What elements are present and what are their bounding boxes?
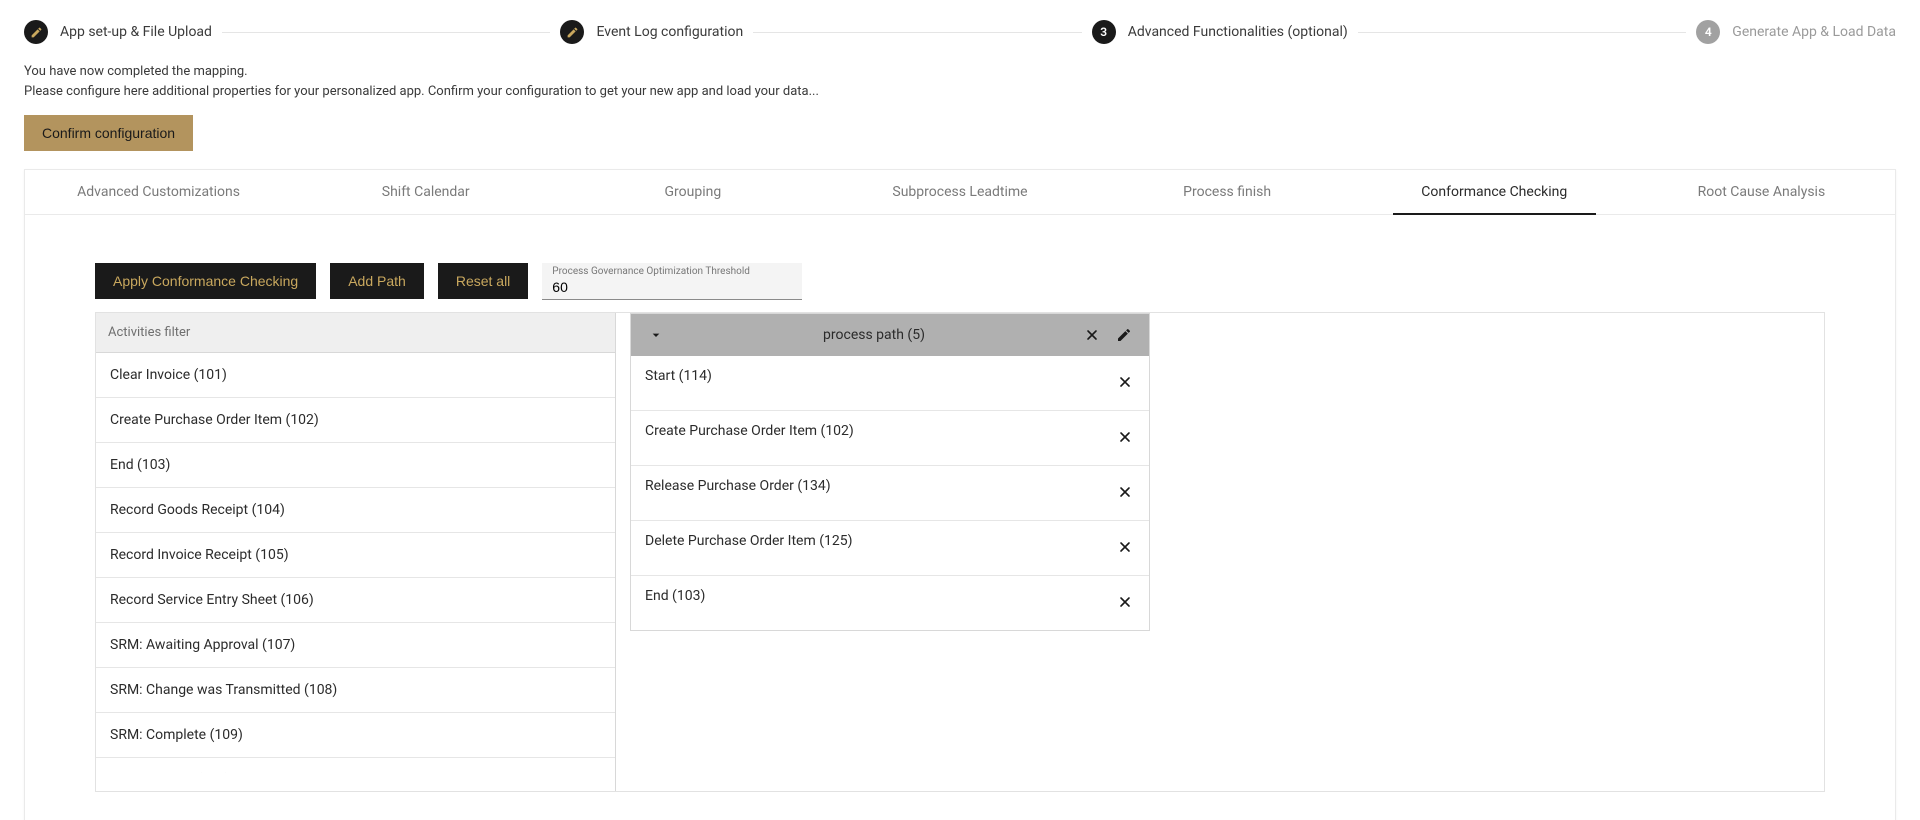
intro-line-2: Please configure here additional propert… <box>24 82 1896 102</box>
step-number-icon: 3 <box>1092 20 1116 44</box>
threshold-label: Process Governance Optimization Threshol… <box>552 267 792 277</box>
threshold-field[interactable]: Process Governance Optimization Threshol… <box>542 263 802 300</box>
activity-item[interactable]: Record Service Entry Sheet (106) <box>96 578 615 623</box>
tab-subprocess-leadtime[interactable]: Subprocess Leadtime <box>826 170 1093 214</box>
close-icon[interactable] <box>1081 324 1103 346</box>
remove-step-icon[interactable] <box>1117 594 1135 612</box>
spacer <box>25 812 1895 820</box>
activity-item[interactable]: SRM: Complete (109) <box>96 713 615 758</box>
activity-item[interactable]: SRM: Change was Transmitted (108) <box>96 668 615 713</box>
step-label: Generate App & Load Data <box>1732 24 1896 40</box>
remove-step-icon[interactable] <box>1117 539 1135 557</box>
path-step-label: Create Purchase Order Item (102) <box>645 423 854 439</box>
activity-item[interactable]: Clear Invoice (101) <box>96 353 615 398</box>
step-label: Event Log configuration <box>596 24 743 40</box>
process-path-column: process path (5) Start (114) <box>630 313 1150 631</box>
step-generate[interactable]: 4 Generate App & Load Data <box>1696 20 1896 44</box>
activities-column: Activities filter Clear Invoice (101) Cr… <box>96 313 616 791</box>
remove-step-icon[interactable] <box>1117 484 1135 502</box>
reset-all-button[interactable]: Reset all <box>438 263 528 299</box>
path-step-label: Start (114) <box>645 368 712 384</box>
step-advanced[interactable]: 3 Advanced Functionalities (optional) <box>1092 20 1348 44</box>
step-event-log[interactable]: Event Log configuration <box>560 20 743 44</box>
activities-filter-header[interactable]: Activities filter <box>96 313 615 353</box>
path-step[interactable]: Start (114) <box>631 356 1149 411</box>
tab-grouping[interactable]: Grouping <box>559 170 826 214</box>
add-path-button[interactable]: Add Path <box>330 263 424 299</box>
path-step[interactable]: Create Purchase Order Item (102) <box>631 411 1149 466</box>
activity-item[interactable]: Record Goods Receipt (104) <box>96 488 615 533</box>
tab-conformance-checking[interactable]: Conformance Checking <box>1361 170 1628 214</box>
chevron-down-icon[interactable] <box>645 324 667 346</box>
path-step[interactable]: Release Purchase Order (134) <box>631 466 1149 521</box>
apply-conformance-button[interactable]: Apply Conformance Checking <box>95 263 316 299</box>
wizard-stepper: App set-up & File Upload Event Log confi… <box>0 0 1920 50</box>
activity-item[interactable]: Record Invoice Receipt (105) <box>96 533 615 578</box>
step-label: App set-up & File Upload <box>60 24 212 40</box>
confirm-configuration-button[interactable]: Confirm configuration <box>24 115 193 151</box>
activities-list[interactable]: Clear Invoice (101) Create Purchase Orde… <box>96 353 615 773</box>
remove-step-icon[interactable] <box>1117 374 1135 392</box>
remove-step-icon[interactable] <box>1117 429 1135 447</box>
step-app-setup[interactable]: App set-up & File Upload <box>24 20 212 44</box>
path-step-label: End (103) <box>645 588 705 604</box>
intro-line-1: You have now completed the mapping. <box>24 62 1896 82</box>
activity-item[interactable]: Create Purchase Order Item (102) <box>96 398 615 443</box>
process-path-header: process path (5) <box>631 314 1149 356</box>
workspace-filler <box>1150 313 1824 791</box>
activity-item[interactable]: SRM: Awaiting Approval (107) <box>96 623 615 668</box>
pencil-icon[interactable] <box>1113 324 1135 346</box>
activity-item[interactable]: End (103) <box>96 443 615 488</box>
path-step[interactable]: End (103) <box>631 576 1149 630</box>
step-label: Advanced Functionalities (optional) <box>1128 24 1348 40</box>
step-divider <box>1358 32 1687 33</box>
pencil-icon <box>24 20 48 44</box>
process-path-title: process path (5) <box>677 327 1071 343</box>
threshold-input[interactable] <box>552 277 792 297</box>
path-step[interactable]: Delete Purchase Order Item (125) <box>631 521 1149 576</box>
step-divider <box>222 32 551 33</box>
subtab-strip: Advanced Customizations Shift Calendar G… <box>25 170 1895 215</box>
step-divider <box>753 32 1082 33</box>
activity-item[interactable]: SRM: Deleted (110) <box>96 758 615 773</box>
step-number-icon: 4 <box>1696 20 1720 44</box>
tab-process-finish[interactable]: Process finish <box>1094 170 1361 214</box>
tab-advanced-customizations[interactable]: Advanced Customizations <box>25 170 292 214</box>
tab-shift-calendar[interactable]: Shift Calendar <box>292 170 559 214</box>
path-step-label: Delete Purchase Order Item (125) <box>645 533 852 549</box>
intro-text: You have now completed the mapping. Plea… <box>0 50 1920 109</box>
pencil-icon <box>560 20 584 44</box>
tab-root-cause-analysis[interactable]: Root Cause Analysis <box>1628 170 1895 214</box>
config-panel: Advanced Customizations Shift Calendar G… <box>24 169 1896 820</box>
conformance-toolbar: Apply Conformance Checking Add Path Rese… <box>25 215 1895 312</box>
path-step-label: Release Purchase Order (134) <box>645 478 831 494</box>
conformance-workspace: Activities filter Clear Invoice (101) Cr… <box>95 312 1825 792</box>
